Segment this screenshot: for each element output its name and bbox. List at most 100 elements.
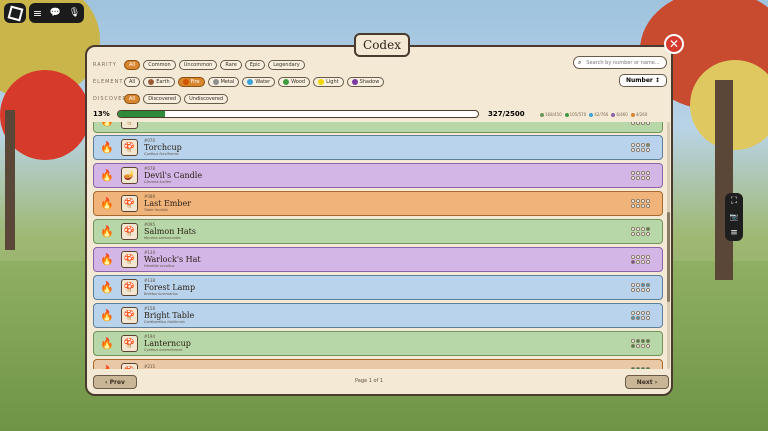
entry-name: Lanterncup [144,338,191,348]
rarity-counts: 168/450 105/570 42/760 6/460 4/260 [540,112,647,117]
entry-info: #070 Torchcup Cyathus focciformis [144,138,182,157]
rarity-chip-epic[interactable]: Epic [244,60,266,70]
element-chip-fire[interactable]: Fire [177,77,205,87]
progress-bar-fill [118,111,165,117]
variant-dot [636,367,640,369]
entry-name: Devil's Candle [144,170,203,180]
variant-dot [646,122,650,125]
codex-entry-row[interactable]: 🔥 🪔 #078 Devil's Candle Clavaria luciferi [93,163,663,188]
mushroom-icon: 🍄 [121,139,138,156]
rarity-chip-rare[interactable]: Rare [220,60,242,70]
codex-entry-row[interactable]: 🔥 🍄 #095 Salmon Hats Mycena salmonoides [93,219,663,244]
codex-entry-row[interactable]: 🔥 🍄 #089 Last Ember Tuber fovilida [93,191,663,216]
scrollbar-thumb[interactable] [667,212,670,302]
close-button[interactable]: ✕ [664,34,684,54]
entry-scientific-name: Boletus lucernarius [144,291,178,296]
chat-icon[interactable]: 💬 [50,8,61,18]
progress-count: 327/2500 [488,110,525,118]
search-box[interactable]: ⌕ [573,56,667,69]
codex-entry-row[interactable]: 🔥 🍄 #158 Bright Table Cantharellus fabiformi… [93,303,663,328]
element-chip-shadow[interactable]: Shadow [346,77,385,87]
rarity-count: 42/760 [589,112,608,117]
variant-dot [631,122,635,125]
variant-dot [631,255,635,259]
variant-dot [636,176,640,180]
entry-info: #215Baby's Bowl [144,364,193,370]
variant-dot [636,143,640,147]
rarity-dot-icon [611,112,616,117]
roblox-logo-button[interactable] [4,3,26,23]
fire-icon: 🔥 [100,225,114,238]
element-chip-label: Light [326,79,339,85]
mushroom-icon: 🍄 [121,223,138,240]
codex-entry-row[interactable]: 🔥 🍄 #138 Forest Lamp Boletus lucernarius [93,275,663,300]
variant-dot [641,339,645,343]
rarity-count-text: 6/460 [616,111,628,117]
rarity-chip-legendary[interactable]: Legendary [268,60,305,70]
variant-dot [631,148,635,152]
variant-dot [631,288,635,292]
mushroom-icon: 🍄 [121,195,138,212]
variant-dot [631,367,635,369]
mushroom-icon: 🍄 [121,251,138,268]
shadow-icon [351,79,358,85]
mic-icon[interactable]: 🎙 [69,8,80,18]
variant-dot [631,204,635,208]
fire-icon: 🔥 [100,309,114,322]
variant-dot [631,344,635,348]
discovered-chip-undiscovered[interactable]: Undiscovered [184,94,229,104]
rarity-count: 168/450 [540,112,562,117]
variant-dots [631,199,650,208]
variant-dot [636,283,640,287]
search-input[interactable] [584,58,663,67]
codex-entry-row[interactable]: 🔥 🍄 Herdella series [93,122,663,133]
variant-dot [636,199,640,203]
more-icon[interactable]: ≡ [730,228,738,238]
element-chip-light[interactable]: Light [313,77,344,87]
rarity-chip-all[interactable]: All [124,60,141,70]
variant-dot [631,199,635,203]
discovered-chip-all[interactable]: All [124,94,141,104]
variant-dot [631,311,635,315]
variant-dot [646,260,650,264]
variant-dot [641,227,645,231]
rarity-count-text: 42/760 [594,111,609,117]
codex-entry-row[interactable]: 🔥 🍄 #194 Lanterncup Cyathus lucerniformis [93,331,663,356]
fire-icon: 🔥 [100,365,114,369]
entry-name: Salmon Hats [144,226,196,236]
element-chip-metal[interactable]: Metal [207,77,240,87]
progress-percent: 13% [93,110,110,118]
rarity-dot-icon [589,112,594,117]
sort-dropdown[interactable]: Number ↕ [619,74,667,87]
variant-dot [646,339,650,343]
element-chip-all[interactable]: All [124,77,141,87]
menu-icon[interactable]: ≡ [33,7,42,20]
scrollbar[interactable] [667,122,670,369]
fire-icon [182,79,189,85]
codex-list[interactable]: 🔥 🍄 Herdella series 🔥 🍄 #070TorchcupCyathus f… [93,122,665,369]
discovered-chip-discovered[interactable]: Discovered [143,94,182,104]
element-chip-earth[interactable]: Earth [143,77,175,87]
entry-name: Warlock's Hat [144,254,201,264]
variant-dot [631,227,635,231]
rarity-chip-common[interactable]: Common [143,60,176,70]
codex-entry-row[interactable]: 🔥 🍄 #134 Warlock's Hat Herdella occultus [93,247,663,272]
entry-scientific-name: Tuber fovilida [144,207,168,212]
variant-dot [646,311,650,315]
next-page-button[interactable]: Next › [625,375,669,389]
rarity-count: 6/460 [611,112,628,117]
fire-icon: 🔥 [100,169,114,182]
element-chip-label: Fire [190,79,200,85]
codex-entry-row[interactable]: 🔥 🍄 #215Baby's Bowl [93,359,663,369]
screenshot-icon[interactable]: 📷 [730,213,739,221]
codex-entry-row[interactable]: 🔥 🍄 #070 Torchcup Cyathus focciformis [93,135,663,160]
water-icon [247,79,254,85]
rarity-chip-uncommon[interactable]: Uncommon [178,60,218,70]
element-chip-wood[interactable]: Wood [278,77,311,87]
light-icon [318,79,325,85]
scan-icon[interactable]: ⛶ [731,196,737,206]
element-chip-label: Shadow [359,79,380,85]
element-chip-water[interactable]: Water [242,77,276,87]
prev-page-button[interactable]: ‹ Prev [93,375,137,389]
variant-dots [631,367,650,369]
